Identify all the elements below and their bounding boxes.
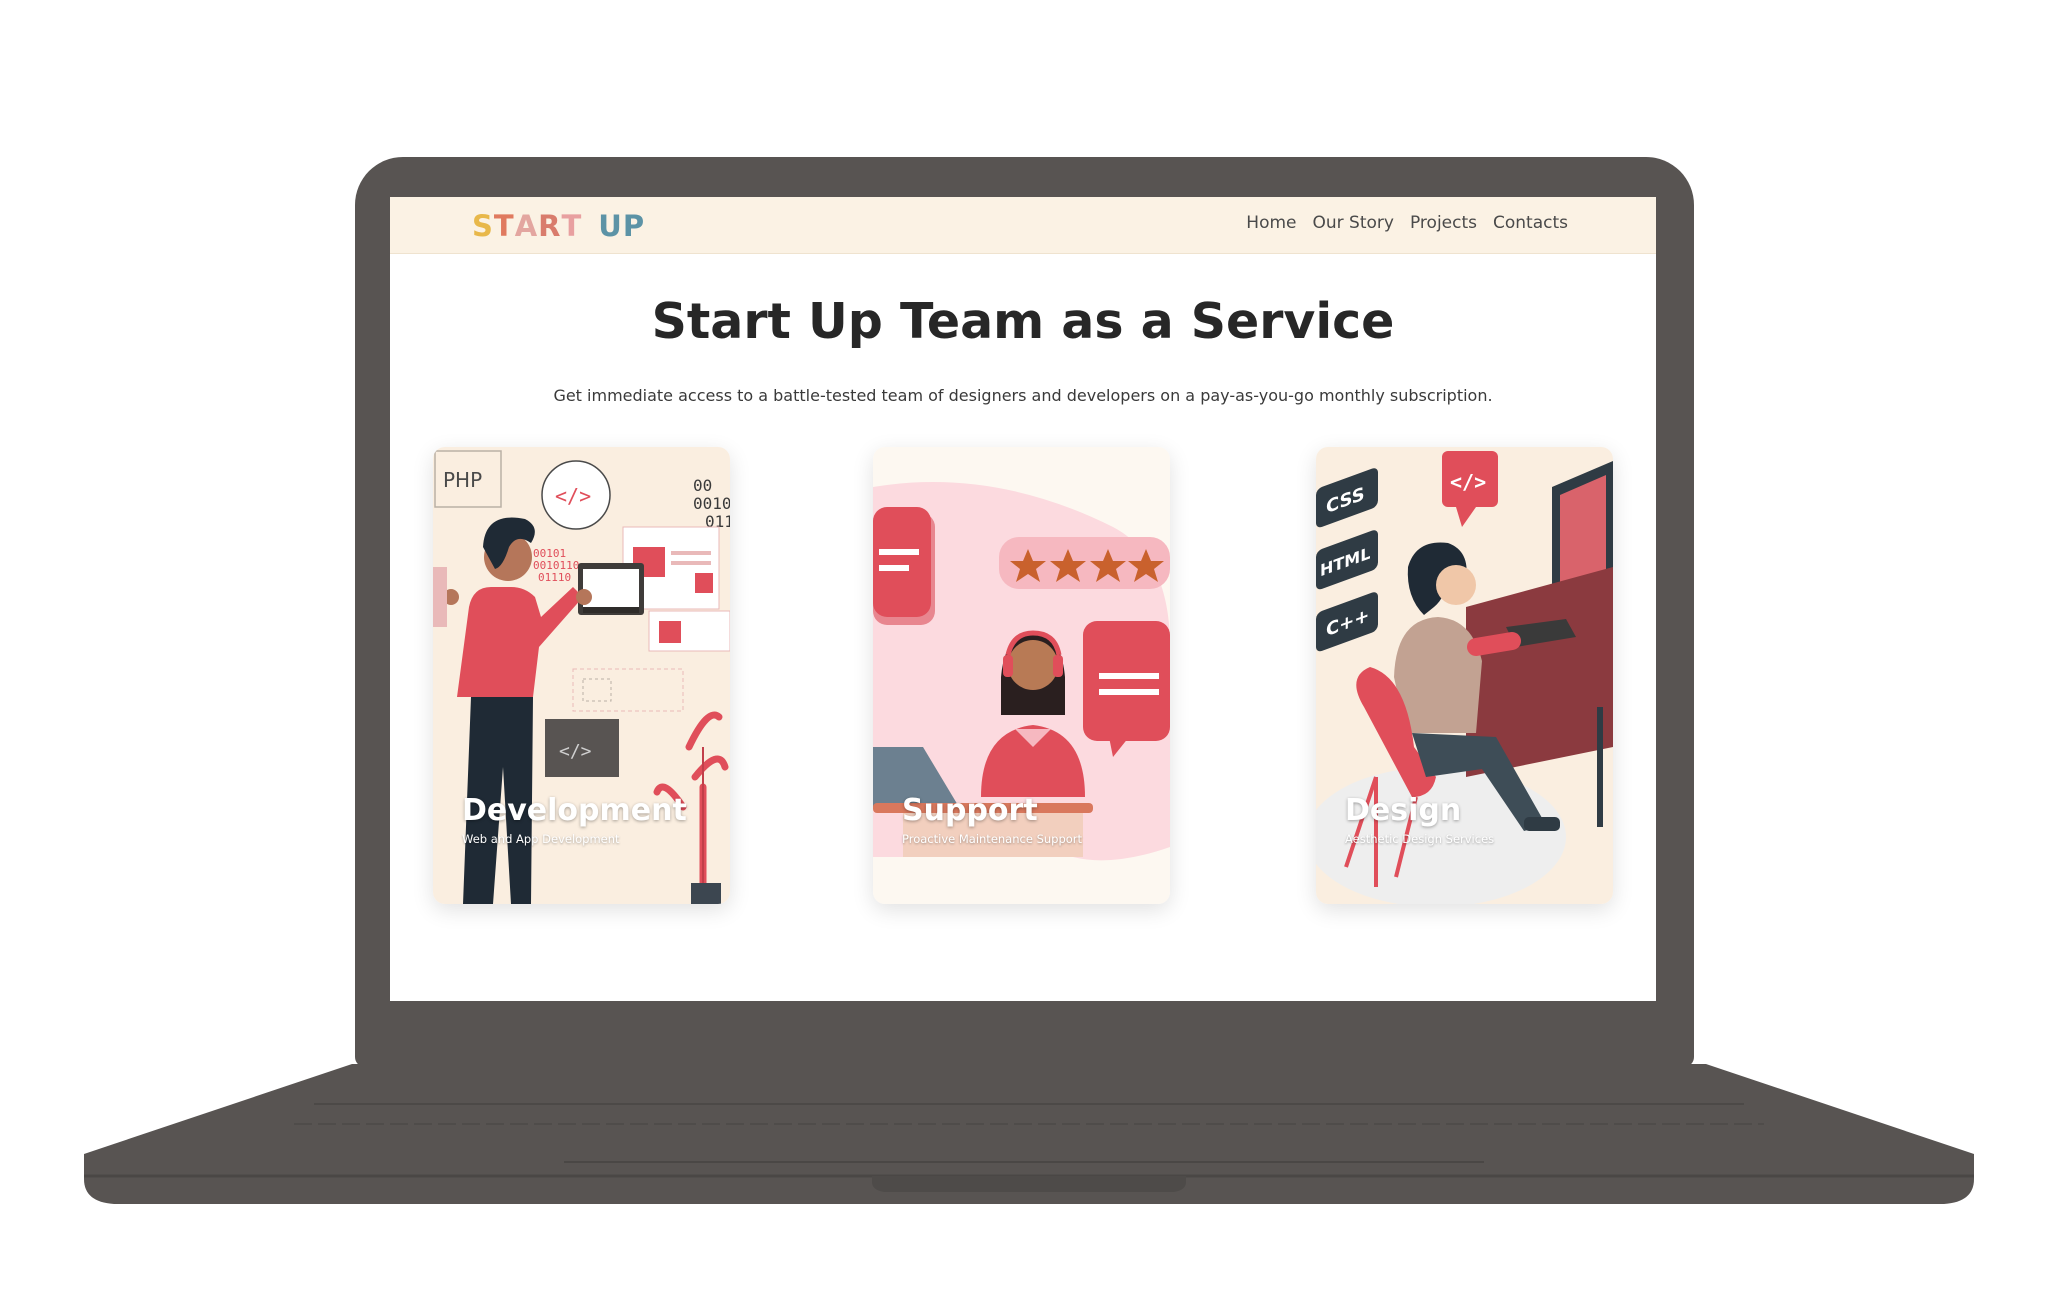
logo-letter: S <box>472 209 494 243</box>
code-tag-label: </> <box>559 741 592 762</box>
binary-text: 00 <box>693 476 712 495</box>
binary-text: 0010 <box>693 494 730 513</box>
card-title: Development <box>462 793 687 828</box>
service-card-design[interactable]: CSS HTML C++ </> Design Aesthetic Design… <box>1316 447 1613 904</box>
nav-our-story[interactable]: Our Story <box>1313 213 1394 233</box>
logo-letter: U <box>598 209 623 243</box>
card-label: Support Proactive Maintenance Support <box>902 793 1082 846</box>
card-label: Design Aesthetic Design Services <box>1345 793 1494 846</box>
logo-letter: R <box>538 209 562 243</box>
service-card-development[interactable]: PHP </> 00 0010 011 00101 0010110 01110 … <box>433 447 730 904</box>
brand-logo[interactable]: START UP <box>472 209 645 243</box>
card-label: Development Web and App Development <box>462 793 687 846</box>
card-subtitle: Proactive Maintenance Support <box>902 832 1083 846</box>
logo-letter: P <box>622 209 646 243</box>
page-subtitle: Get immediate access to a battle-tested … <box>553 386 1493 405</box>
binary-text: 01110 <box>538 571 571 584</box>
code-tag-label: </> <box>555 484 591 508</box>
nav-links: Home Our Story Projects Contacts <box>1246 213 1568 233</box>
card-title: Design <box>1345 793 1462 828</box>
website-screen: START UP Home Our Story Projects Contacts… <box>390 197 1656 1001</box>
logo-letter: A <box>514 209 539 243</box>
service-card-support[interactable]: Support Proactive Maintenance Support <box>873 447 1170 904</box>
logo-letter: T <box>561 209 583 243</box>
nav-projects[interactable]: Projects <box>1410 213 1477 233</box>
laptop-base <box>84 1064 1974 1204</box>
page-title: Start Up Team as a Service <box>651 293 1395 350</box>
navbar: START UP Home Our Story Projects Contacts <box>390 197 1656 254</box>
code-tag-label: </> <box>1450 470 1486 494</box>
php-label: PHP <box>443 468 482 492</box>
nav-contacts[interactable]: Contacts <box>1493 213 1568 233</box>
card-subtitle: Web and App Development <box>462 832 620 846</box>
card-subtitle: Aesthetic Design Services <box>1345 832 1495 846</box>
logo-letter: T <box>493 209 515 243</box>
card-title: Support <box>902 793 1038 828</box>
nav-home[interactable]: Home <box>1246 213 1296 233</box>
